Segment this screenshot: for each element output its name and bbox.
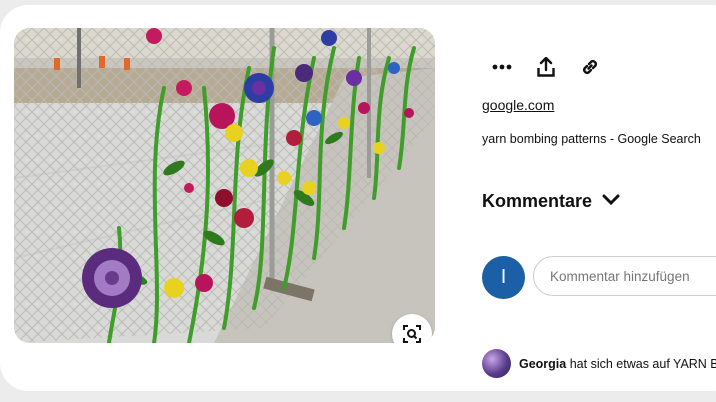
pin-image[interactable]: [14, 28, 435, 343]
activity-text: Georgia hat sich etwas auf YARN BO: [519, 357, 716, 371]
pin-title: yarn bombing patterns - Google Search: [482, 132, 701, 146]
ellipsis-icon[interactable]: [484, 49, 520, 85]
source-link[interactable]: google.com: [482, 97, 554, 113]
comment-input[interactable]: [533, 256, 716, 296]
share-upload-icon[interactable]: [528, 49, 564, 85]
chevron-down-icon: [602, 194, 620, 209]
activity-message: hat sich etwas auf YARN BO: [569, 356, 716, 371]
pin-actions: [484, 49, 608, 85]
activity-avatar[interactable]: [482, 349, 511, 378]
yarn-fence-photo: [14, 28, 435, 343]
activity-row: Georgia hat sich etwas auf YARN BO: [482, 349, 716, 378]
avatar[interactable]: I: [482, 256, 525, 299]
comments-title: Kommentare: [482, 191, 593, 211]
link-icon[interactable]: [572, 49, 608, 85]
comments-toggle[interactable]: Kommentare: [482, 191, 620, 212]
activity-user[interactable]: Georgia: [519, 357, 566, 371]
pin-card: google.com yarn bombing patterns - Googl…: [0, 5, 716, 391]
